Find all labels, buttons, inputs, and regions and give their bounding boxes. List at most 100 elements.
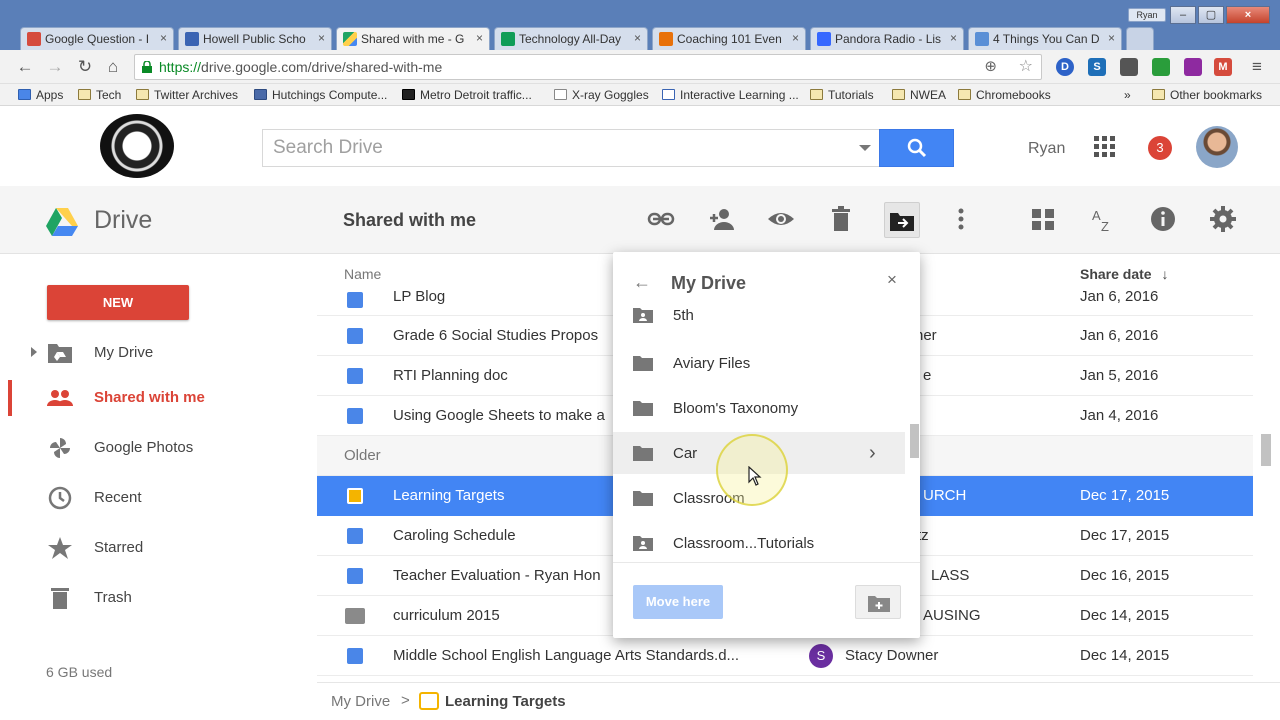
folder-list-item[interactable]: 5th [613, 300, 905, 336]
sidebar-item-recent[interactable]: Recent [0, 476, 317, 520]
breadcrumb-root[interactable]: My Drive [331, 693, 390, 710]
sidebar-item-trash[interactable]: Trash [0, 576, 317, 620]
extension-s-icon[interactable]: S [1088, 58, 1106, 76]
tab-label: Google Question - I [45, 32, 150, 46]
search-options-caret-icon[interactable] [859, 145, 871, 151]
url-path: drive.google.com/drive/shared-with-me [201, 59, 443, 75]
close-window-button[interactable]: × [1226, 6, 1270, 24]
user-name[interactable]: Ryan [1028, 140, 1065, 158]
bookmark-metro-detroit[interactable]: Metro Detroit traffic... [402, 88, 532, 102]
close-icon[interactable]: × [887, 270, 897, 290]
folder-list-item[interactable]: Aviary Files [613, 342, 905, 384]
file-list-scrollbar[interactable] [1261, 434, 1271, 466]
reload-icon[interactable]: ↻ [74, 56, 96, 78]
bookmark-xray-goggles[interactable]: X-ray Goggles [554, 88, 649, 102]
search-icon [907, 138, 927, 158]
home-icon[interactable]: ⌂ [102, 56, 124, 78]
expand-triangle-icon[interactable] [31, 347, 37, 357]
new-folder-button[interactable] [855, 585, 901, 619]
minimize-button[interactable]: – [1170, 6, 1196, 24]
browser-profile-chip[interactable]: Ryan [1128, 8, 1166, 22]
info-icon[interactable] [1148, 204, 1178, 234]
notifications-badge[interactable]: 3 [1148, 136, 1172, 160]
bookmark-tutorials[interactable]: Tutorials [810, 88, 874, 102]
bookmark-hutchings[interactable]: Hutchings Compute... [254, 88, 387, 102]
google-doc-icon [347, 328, 363, 344]
school-logo[interactable] [100, 114, 174, 178]
trash-icon[interactable] [826, 204, 856, 234]
sidebar-item-starred[interactable]: Starred [0, 526, 317, 570]
bookmark-star-icon[interactable]: ☆ [1019, 55, 1033, 79]
sidebar-item-shared-with-me[interactable]: Shared with me [0, 376, 317, 420]
grid-view-icon[interactable] [1028, 204, 1058, 234]
google-apps-grid-icon[interactable] [1094, 136, 1116, 158]
new-button[interactable]: NEW [47, 285, 189, 320]
bookmarks-overflow-chevron[interactable]: » [1124, 88, 1131, 102]
forward-arrow-icon[interactable]: → [44, 56, 66, 78]
more-actions-icon[interactable] [946, 204, 976, 234]
bookmark-interactive-learning[interactable]: Interactive Learning ... [662, 88, 799, 102]
tab-coaching-101[interactable]: Coaching 101 Even × [652, 27, 806, 50]
drive-icon [343, 32, 357, 46]
tab-close-icon[interactable]: × [476, 31, 483, 45]
drive-brand[interactable]: Drive [46, 206, 152, 236]
sidebar: NEW My Drive Shared with me Google Photo… [0, 254, 317, 720]
sidebar-item-my-drive[interactable]: My Drive [0, 331, 317, 375]
bookmark-twitter-archives[interactable]: Twitter Archives [136, 88, 238, 102]
tab-close-icon[interactable]: × [318, 31, 325, 45]
sidebar-item-google-photos[interactable]: Google Photos [0, 426, 317, 470]
get-link-icon[interactable] [646, 204, 676, 234]
folder-list-item[interactable]: Classroom...Tutorials [613, 522, 905, 562]
move-here-button[interactable]: Move here [633, 585, 723, 619]
folder-list-scrollbar[interactable] [910, 424, 919, 458]
back-arrow-icon[interactable]: ← [633, 272, 651, 293]
search-box[interactable] [262, 129, 880, 167]
file-name: Teacher Evaluation - Ryan Hon [393, 567, 601, 584]
sort-az-icon[interactable]: AZ [1088, 204, 1118, 234]
search-button[interactable] [879, 129, 954, 167]
folder-list-item[interactable]: Bloom's Taxonomy [613, 387, 905, 429]
bookmark-tech[interactable]: Tech [78, 88, 121, 102]
tab-close-icon[interactable]: × [792, 31, 799, 45]
tab-close-icon[interactable]: × [950, 31, 957, 45]
breadcrumb-current: Learning Targets [445, 693, 566, 710]
zoom-icon[interactable]: ⊕ [984, 55, 997, 79]
tab-google-question[interactable]: Google Question - I × [20, 27, 174, 50]
search-input[interactable] [263, 130, 843, 166]
extension-d-icon[interactable]: D [1056, 58, 1074, 76]
tab-close-icon[interactable]: × [634, 31, 641, 45]
gmail-extension-icon[interactable]: M [1214, 58, 1232, 76]
back-arrow-icon[interactable]: ← [14, 56, 36, 78]
tab-4-things[interactable]: 4 Things You Can D × [968, 27, 1122, 50]
bookmark-apps[interactable]: Apps [18, 88, 63, 102]
bookmark-label: Apps [36, 88, 64, 102]
browser-title-bar: Ryan – ▢ × [0, 0, 1280, 26]
file-owner: AUSING [923, 607, 981, 624]
chevron-right-icon[interactable]: › [869, 442, 876, 465]
extension-green-icon[interactable] [1152, 58, 1170, 76]
settings-gear-icon[interactable] [1208, 204, 1238, 234]
tab-close-icon[interactable]: × [160, 31, 167, 45]
chrome-menu-icon[interactable]: ≡ [1246, 56, 1268, 78]
tab-shared-with-me[interactable]: Shared with me - G × [336, 27, 490, 50]
tab-close-icon[interactable]: × [1108, 31, 1115, 45]
extension-purple-icon[interactable] [1184, 58, 1202, 76]
bookmark-other-bookmarks[interactable]: Other bookmarks [1152, 88, 1262, 102]
maximize-button[interactable]: ▢ [1198, 6, 1224, 24]
move-to-folder-button[interactable] [884, 202, 920, 238]
extension-audio-icon[interactable] [1120, 58, 1138, 76]
tab-pandora-radio[interactable]: Pandora Radio - Lis × [810, 27, 964, 50]
tab-howell-public-schools[interactable]: Howell Public Scho × [178, 27, 332, 50]
google-doc-icon [347, 568, 363, 584]
share-add-person-icon[interactable] [706, 204, 736, 234]
address-bar[interactable]: https://drive.google.com/drive/shared-wi… [134, 54, 1042, 80]
user-avatar[interactable] [1196, 126, 1238, 168]
bookmark-chromebooks[interactable]: Chromebooks [958, 88, 1051, 102]
tab-technology-all-day[interactable]: Technology All-Day × [494, 27, 648, 50]
preview-eye-icon[interactable] [766, 204, 796, 234]
bookmark-nwea[interactable]: NWEA [892, 88, 946, 102]
file-row[interactable]: Middle School English Language Arts Stan… [317, 636, 1253, 676]
file-share-date: Jan 6, 2016 [1080, 288, 1159, 305]
owner-avatar: S [809, 644, 833, 668]
new-tab-button[interactable] [1126, 27, 1154, 50]
